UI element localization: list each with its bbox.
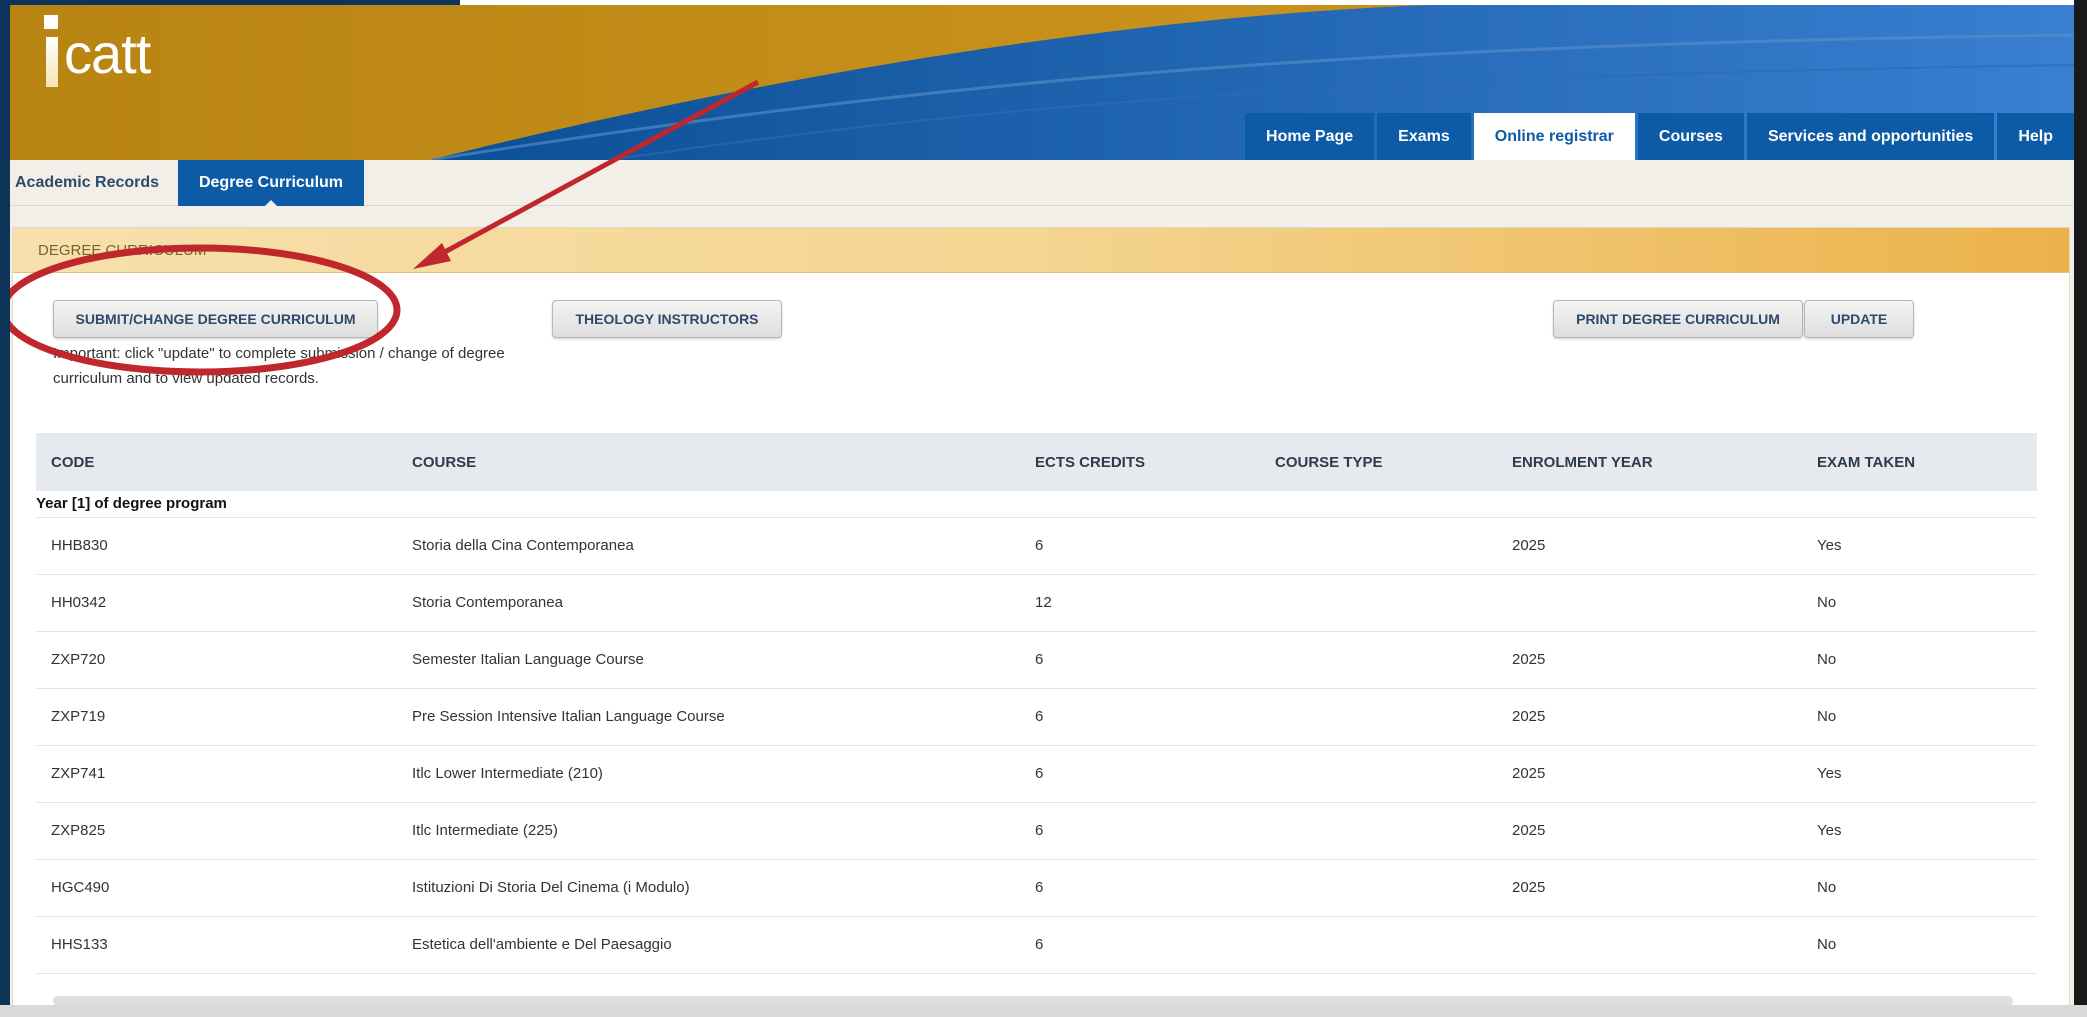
main-nav: Home Page Exams Online registrar Courses…	[1242, 113, 2074, 160]
cell-year: 2025	[1497, 631, 1802, 689]
cell-type	[1260, 574, 1497, 632]
cell-ects: 6	[1020, 859, 1260, 917]
taskbar-strip	[0, 1005, 2087, 1017]
submit-change-degree-curriculum-button[interactable]: Submit/change degree curriculum	[53, 300, 378, 338]
cell-code: HHB830	[36, 517, 397, 575]
cell-year: 2025	[1497, 517, 1802, 575]
degree-curriculum-panel: Degree curriculum Submit/change degree c…	[12, 227, 2070, 1008]
cell-ects: 6	[1020, 802, 1260, 860]
table-row: ZXP720 Semester Italian Language Course …	[36, 631, 2037, 689]
cell-course: Itlc Intermediate (225)	[397, 802, 1020, 860]
col-ects-credits: ECTS CREDITS	[1020, 433, 1260, 491]
logo-bar	[46, 37, 58, 87]
cell-code: ZXP719	[36, 688, 397, 746]
nav-help[interactable]: Help	[1997, 113, 2074, 160]
tab-degree-curriculum[interactable]: Degree Curriculum	[178, 160, 364, 207]
cell-exam: Yes	[1802, 802, 2037, 860]
curriculum-table: CODE COURSE ECTS CREDITS COURSE TYPE ENR…	[36, 433, 2037, 974]
cell-year	[1497, 574, 1802, 632]
cell-course: Storia della Cina Contemporanea	[397, 517, 1020, 575]
cell-type	[1260, 745, 1497, 803]
update-note: Important: click "update" to complete su…	[53, 345, 505, 387]
cell-exam: No	[1802, 916, 2037, 974]
nav-exams[interactable]: Exams	[1377, 113, 1471, 160]
cell-code: ZXP741	[36, 745, 397, 803]
col-course-type: COURSE TYPE	[1260, 433, 1497, 491]
year-group-label: Year [1] of degree program	[36, 491, 2037, 518]
cell-code: ZXP720	[36, 631, 397, 689]
table-row: HGC490 Istituzioni Di Storia Del Cinema …	[36, 859, 2037, 917]
cell-code: HH0342	[36, 574, 397, 632]
cell-type	[1260, 802, 1497, 860]
cell-type	[1260, 688, 1497, 746]
cell-code: HGC490	[36, 859, 397, 917]
cell-course: Semester Italian Language Course	[397, 631, 1020, 689]
cell-year: 2025	[1497, 745, 1802, 803]
cell-exam: No	[1802, 688, 2037, 746]
cell-ects: 6	[1020, 745, 1260, 803]
sub-nav: Academic Records Degree Curriculum	[10, 160, 2074, 207]
nav-home-page[interactable]: Home Page	[1245, 113, 1375, 160]
panel-title: Degree curriculum	[13, 228, 2069, 273]
cell-year: 2025	[1497, 688, 1802, 746]
cell-course: Pre Session Intensive Italian Language C…	[397, 688, 1020, 746]
cell-type	[1260, 859, 1497, 917]
cell-course: Istituzioni Di Storia Del Cinema (i Modu…	[397, 859, 1020, 917]
icatt-logo[interactable]: catt	[44, 15, 174, 95]
cell-ects: 6	[1020, 517, 1260, 575]
table-row: HH0342 Storia Contemporanea 12 No	[36, 574, 2037, 632]
table-row: ZXP741 Itlc Lower Intermediate (210) 6 2…	[36, 745, 2037, 803]
cell-ects: 12	[1020, 574, 1260, 632]
year-group-row: Year [1] of degree program	[36, 491, 2037, 518]
cell-exam: No	[1802, 631, 2037, 689]
cell-type	[1260, 631, 1497, 689]
logo-text: catt	[64, 22, 151, 85]
table-row: HHB830 Storia della Cina Contemporanea 6…	[36, 517, 2037, 575]
cell-course: Itlc Lower Intermediate (210)	[397, 745, 1020, 803]
col-enrolment-year: ENROLMENT YEAR	[1497, 433, 1802, 491]
cell-year: 2025	[1497, 859, 1802, 917]
nav-online-registrar[interactable]: Online registrar	[1473, 113, 1635, 160]
cell-exam: No	[1802, 574, 2037, 632]
cell-exam: Yes	[1802, 745, 2037, 803]
cell-ects: 6	[1020, 916, 1260, 974]
cell-code: HHS133	[36, 916, 397, 974]
cell-type	[1260, 517, 1497, 575]
table-row: ZXP719 Pre Session Intensive Italian Lan…	[36, 688, 2037, 746]
tab-academic-records[interactable]: Academic Records	[15, 160, 159, 206]
table-row: HHS133 Estetica dell'ambiente e Del Paes…	[36, 916, 2037, 974]
cell-exam: No	[1802, 859, 2037, 917]
cell-course: Estetica dell'ambiente e Del Paesaggio	[397, 916, 1020, 974]
page: catt Home Page Exams Online registrar Co…	[10, 5, 2074, 1008]
cell-ects: 6	[1020, 688, 1260, 746]
cell-ects: 6	[1020, 631, 1260, 689]
print-degree-curriculum-button[interactable]: Print degree curriculum	[1553, 300, 1803, 338]
col-code: CODE	[36, 433, 397, 491]
cell-exam: Yes	[1802, 517, 2037, 575]
cell-code: ZXP825	[36, 802, 397, 860]
table-header-row: CODE COURSE ECTS CREDITS COURSE TYPE ENR…	[36, 433, 2037, 491]
cell-type	[1260, 916, 1497, 974]
table-row: ZXP825 Itlc Intermediate (225) 6 2025 Ye…	[36, 802, 2037, 860]
site-header: catt Home Page Exams Online registrar Co…	[10, 5, 2074, 160]
cell-course: Storia Contemporanea	[397, 574, 1020, 632]
cell-year: 2025	[1497, 802, 1802, 860]
nav-services-and-opportunities[interactable]: Services and opportunities	[1746, 113, 1995, 160]
window-right-edge	[2074, 0, 2087, 1017]
cell-year	[1497, 916, 1802, 974]
theology-instructors-button[interactable]: Theology instructors	[552, 300, 782, 338]
update-button[interactable]: Update	[1804, 300, 1914, 338]
window-left-edge	[0, 0, 10, 1017]
i-logo-icon	[44, 15, 58, 29]
nav-courses[interactable]: Courses	[1637, 113, 1744, 160]
col-course: COURSE	[397, 433, 1020, 491]
col-exam-taken: EXAM TAKEN	[1802, 433, 2037, 491]
